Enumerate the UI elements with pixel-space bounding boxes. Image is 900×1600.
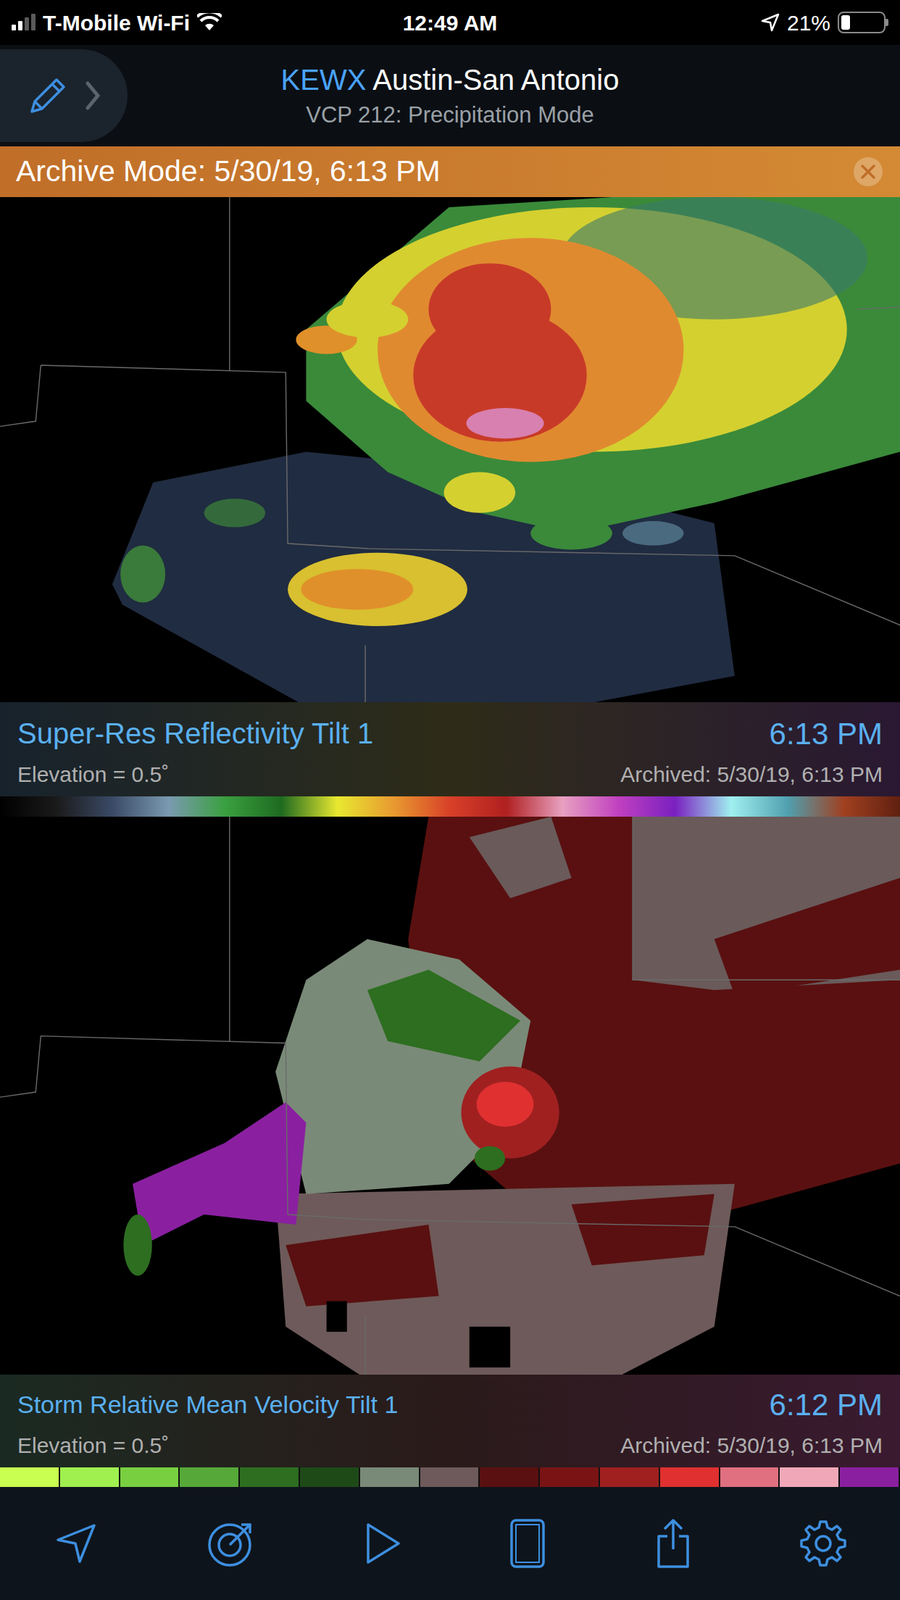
- reflectivity-map[interactable]: [0, 197, 900, 702]
- play-icon[interactable]: [362, 1520, 403, 1567]
- scale-step: [239, 1467, 300, 1487]
- toolbar: [0, 1486, 900, 1600]
- battery-fill: [841, 15, 850, 30]
- scale-step: [60, 1467, 121, 1487]
- wifi-icon: [197, 13, 222, 32]
- location-icon[interactable]: [52, 1519, 100, 1568]
- battery-icon: [837, 11, 889, 34]
- archive-banner: Archive Mode: 5/30/19, 6:13 PM: [0, 146, 900, 198]
- scan-time: 6:13 PM: [769, 710, 883, 757]
- scale-step: [120, 1467, 181, 1487]
- scale-step: [839, 1467, 900, 1487]
- scale-step: [420, 1467, 481, 1487]
- archive-label: Archive Mode: 5/30/19, 6:13 PM: [15, 149, 441, 195]
- battery-label: 21%: [786, 6, 831, 40]
- color-scale: [0, 1467, 900, 1487]
- scale-step: [300, 1467, 361, 1487]
- header: KEWX Austin-San Antonio VCP 212: Precipi…: [0, 44, 900, 147]
- scale-step: [179, 1467, 240, 1487]
- scale-step: [600, 1467, 661, 1487]
- velocity-legend: Storm Relative Mean Velocity Tilt 1 6:12…: [0, 1374, 900, 1487]
- edit-button[interactable]: [0, 49, 128, 143]
- scale-step: [479, 1467, 540, 1487]
- radar-icon[interactable]: [205, 1517, 258, 1570]
- station-name: Austin-San Antonio: [372, 63, 619, 96]
- scale-step: [720, 1467, 781, 1487]
- signal-bar: [24, 17, 29, 31]
- carrier-label: T-Mobile Wi-Fi: [42, 6, 190, 40]
- status-bar: T-Mobile Wi-Fi 12:49 AM 21%: [0, 0, 900, 45]
- vcp-mode: VCP 212: Precipitation Mode: [305, 101, 595, 129]
- reflectivity-legend: Super-Res Reflectivity Tilt 1 6:13 PM El…: [0, 702, 900, 818]
- scan-time: 6:12 PM: [769, 1381, 883, 1428]
- product-label[interactable]: Super-Res Reflectivity Tilt 1: [17, 711, 374, 756]
- signal-icon: [11, 14, 36, 31]
- signal-bar: [31, 13, 36, 31]
- product-label[interactable]: Storm Relative Mean Velocity Tilt 1: [17, 1386, 398, 1424]
- elevation-label: Elevation = 0.5˚: [17, 1428, 169, 1462]
- chevron-icon: [84, 79, 102, 112]
- scale-step: [360, 1467, 421, 1487]
- gear-icon[interactable]: [798, 1518, 848, 1569]
- scale-gradient: [0, 796, 900, 818]
- layout-icon[interactable]: [507, 1517, 548, 1570]
- archived-label: Archived: 5/30/19, 6:13 PM: [620, 757, 883, 791]
- close-icon[interactable]: [852, 155, 885, 188]
- scale-step: [539, 1467, 600, 1487]
- scale-step: [0, 1467, 61, 1487]
- location-arrow-icon: [760, 13, 780, 32]
- scale-step: [779, 1467, 840, 1487]
- clock: 12:49 AM: [303, 6, 596, 40]
- color-scale: [0, 796, 900, 818]
- signal-bar: [18, 21, 23, 31]
- velocity-map[interactable]: [0, 816, 900, 1375]
- pencil-icon: [24, 72, 72, 119]
- archived-label: Archived: 5/30/19, 6:13 PM: [620, 1428, 883, 1462]
- station-id: KEWX: [281, 63, 367, 96]
- share-icon[interactable]: [652, 1517, 694, 1570]
- elevation-label: Elevation = 0.5˚: [17, 757, 169, 791]
- scale-step: [660, 1467, 721, 1487]
- signal-bar: [11, 24, 16, 31]
